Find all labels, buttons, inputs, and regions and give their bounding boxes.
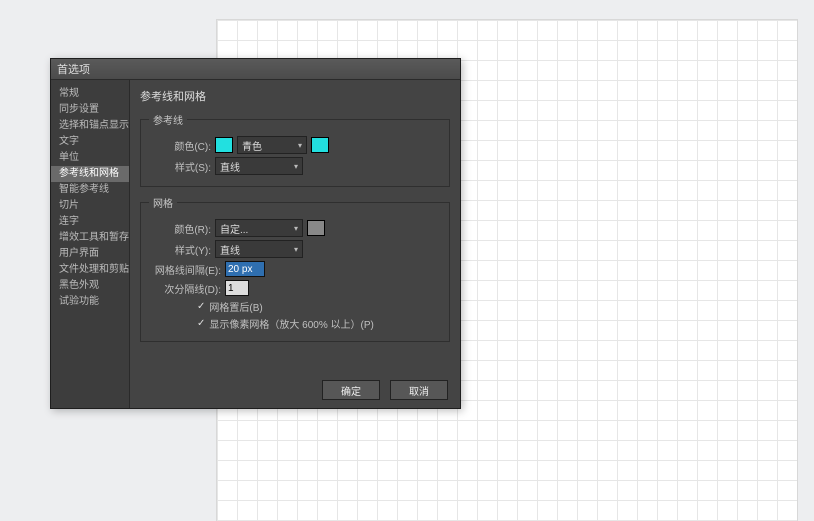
grid-color-swatch[interactable]	[307, 220, 325, 236]
guides-group: 参考线 颜色(C): 青色 ▾ 样式(S): 直线 ▾	[140, 112, 450, 187]
page-title: 参考线和网格	[140, 88, 450, 104]
sidebar-item-anchors[interactable]: 选择和锚点显示	[51, 118, 129, 134]
grid-spacing-label: 网格线间隔(E):	[149, 262, 221, 277]
grid-color-value: 自定...	[220, 221, 248, 236]
preferences-dialog: 首选项 常规 同步设置 选择和锚点显示 文字 单位 参考线和网格 智能参考线 切…	[50, 58, 461, 409]
sidebar-item-general[interactable]: 常规	[51, 86, 129, 102]
sidebar-item-black[interactable]: 黑色外观	[51, 278, 129, 294]
sidebar-item-smart-guides[interactable]: 智能参考线	[51, 182, 129, 198]
grid-style-combo[interactable]: 直线 ▾	[215, 240, 303, 258]
guides-color-value: 青色	[242, 138, 262, 153]
chevron-down-icon: ▾	[294, 245, 298, 254]
grid-subdiv-label: 次分隔线(D):	[149, 281, 221, 296]
grid-subdiv-input[interactable]: 1	[225, 280, 249, 296]
sidebar-item-units[interactable]: 单位	[51, 150, 129, 166]
chevron-down-icon: ▾	[298, 141, 302, 150]
guides-color-label: 颜色(C):	[149, 138, 211, 153]
guides-style-combo[interactable]: 直线 ▾	[215, 157, 303, 175]
guides-style-label: 样式(S):	[149, 159, 211, 174]
sidebar-item-hyphenation[interactable]: 连字	[51, 214, 129, 230]
grid-style-value: 直线	[220, 242, 240, 257]
guides-style-value: 直线	[220, 159, 240, 174]
sidebar-item-guides-grid[interactable]: 参考线和网格	[51, 166, 129, 182]
chevron-down-icon: ▾	[294, 224, 298, 233]
dialog-title: 首选项	[57, 61, 90, 77]
grid-color-label: 颜色(R):	[149, 221, 211, 236]
sidebar-item-file-clip[interactable]: 文件处理和剪贴板	[51, 262, 129, 278]
grid-style-label: 样式(Y):	[149, 242, 211, 257]
dialog-titlebar[interactable]: 首选项	[51, 59, 460, 80]
sidebar-item-experimental[interactable]: 试验功能	[51, 294, 129, 310]
guides-legend: 参考线	[149, 112, 187, 127]
grid-legend: 网格	[149, 195, 177, 210]
cancel-button[interactable]: 取消	[390, 380, 448, 400]
check-icon[interactable]: ✓	[197, 301, 205, 312]
chevron-down-icon: ▾	[294, 162, 298, 171]
sidebar-item-plugins[interactable]: 增效工具和暂存盘	[51, 230, 129, 246]
sidebar: 常规 同步设置 选择和锚点显示 文字 单位 参考线和网格 智能参考线 切片 连字…	[51, 80, 130, 408]
pixel-grid-check-label: 显示像素网格（放大 600% 以上）(P)	[209, 316, 373, 331]
guides-color-preview	[215, 137, 233, 153]
grid-group: 网格 颜色(R): 自定... ▾ 样式(Y): 直线 ▾	[140, 195, 450, 342]
grid-color-combo[interactable]: 自定... ▾	[215, 219, 303, 237]
sidebar-item-sync[interactable]: 同步设置	[51, 102, 129, 118]
grid-spacing-input[interactable]: 20 px	[225, 261, 265, 277]
sidebar-item-type[interactable]: 文字	[51, 134, 129, 150]
sidebar-item-ui[interactable]: 用户界面	[51, 246, 129, 262]
grid-behind-check-label: 网格置后(B)	[209, 299, 262, 314]
sidebar-item-slices[interactable]: 切片	[51, 198, 129, 214]
guides-color-combo[interactable]: 青色 ▾	[237, 136, 307, 154]
main-panel: 参考线和网格 参考线 颜色(C): 青色 ▾ 样式(S): 直线 ▾	[130, 80, 460, 408]
ok-button[interactable]: 确定	[322, 380, 380, 400]
guides-color-swatch[interactable]	[311, 137, 329, 153]
check-icon[interactable]: ✓	[197, 318, 205, 329]
